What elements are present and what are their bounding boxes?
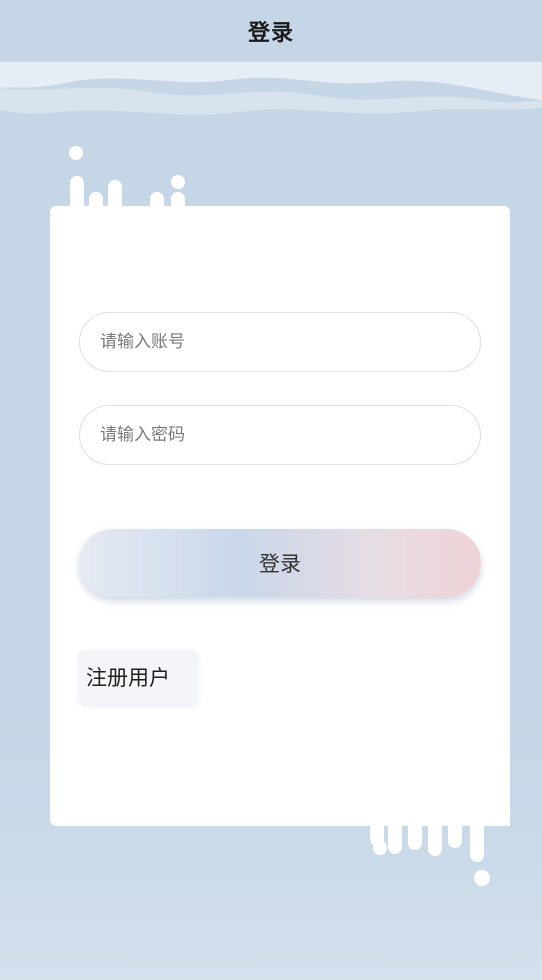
top-navigation-bar: 登录 (0, 0, 542, 62)
account-field[interactable] (79, 312, 481, 372)
drip-decoration-top-icon (69, 146, 220, 262)
password-field[interactable] (79, 405, 481, 465)
page-title: 登录 (247, 21, 294, 46)
register-button[interactable]: 注册用户 (78, 650, 198, 704)
login-card (50, 206, 510, 826)
drip-decoration-bottom-icon (340, 768, 510, 886)
password-input[interactable] (80, 406, 480, 464)
header-wave-decoration (0, 62, 542, 115)
account-input[interactable] (80, 313, 480, 371)
login-button[interactable]: 登录 (79, 529, 481, 597)
